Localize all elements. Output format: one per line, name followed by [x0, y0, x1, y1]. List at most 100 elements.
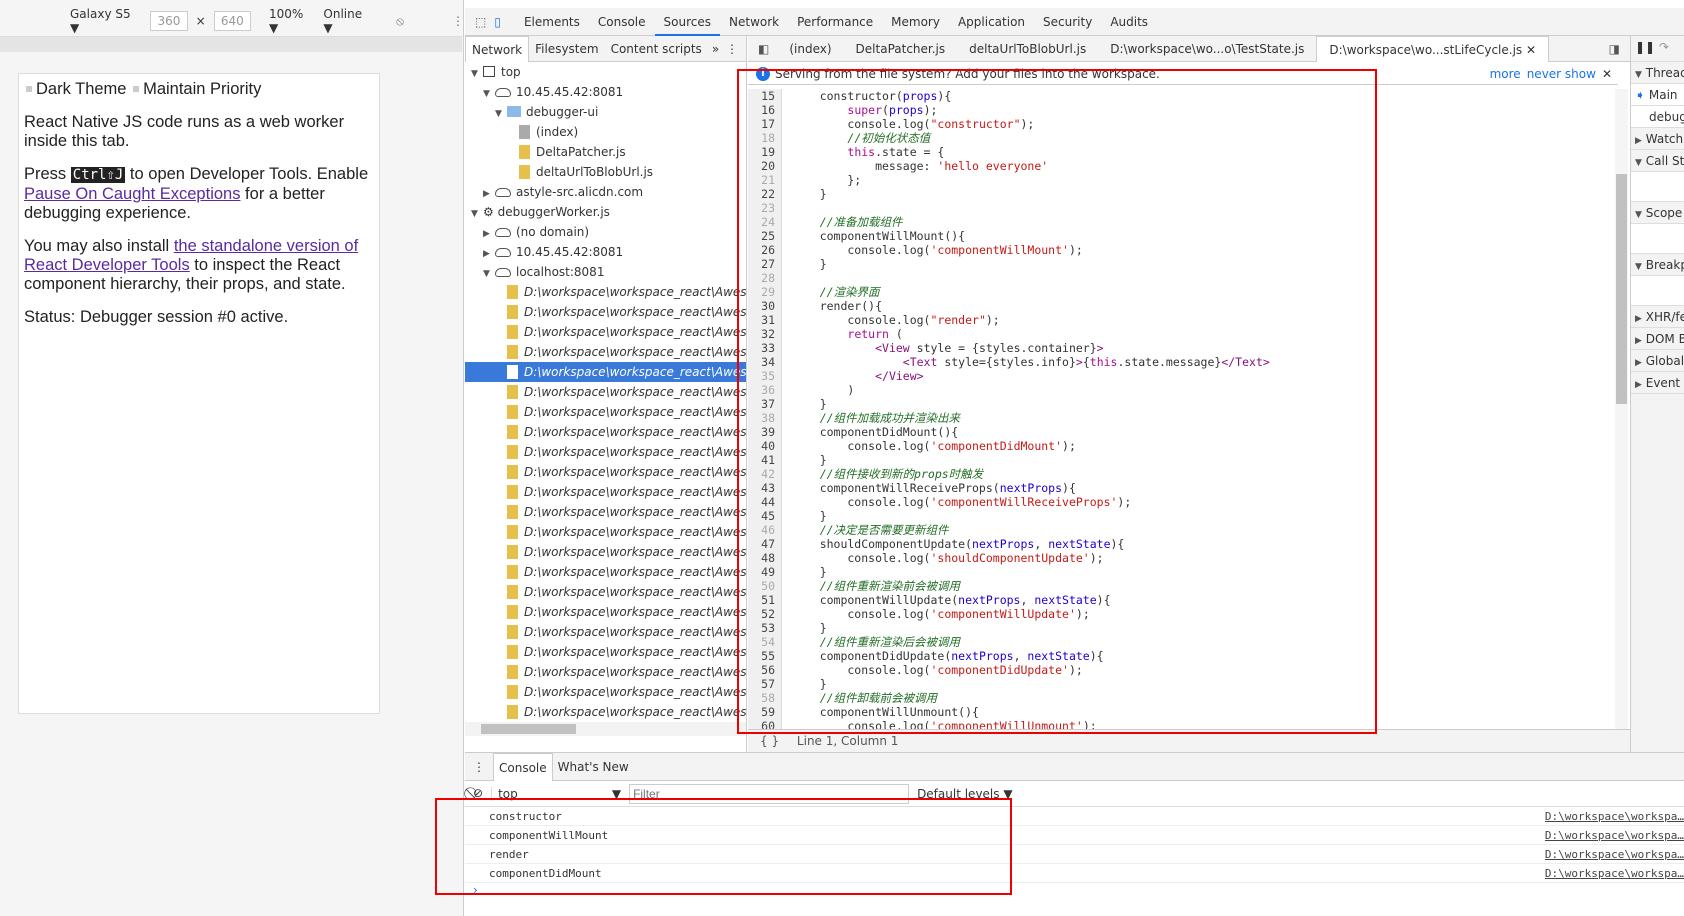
editor-tab[interactable]: D:\workspace\wo...o\TestState.js	[1098, 36, 1316, 62]
file-item[interactable]: D:\workspace\workspace_react\AwesomeProj…	[465, 582, 746, 602]
line-number[interactable]: 32	[748, 327, 782, 341]
expand-arrow-icon[interactable]: ▼	[471, 64, 483, 82]
expand-arrow-icon[interactable]: ▼	[495, 104, 507, 122]
tab-audits[interactable]: Audits	[1101, 8, 1157, 36]
line-number[interactable]: 34	[748, 355, 782, 369]
line-number[interactable]: 25	[748, 229, 782, 243]
tab-elements[interactable]: Elements	[515, 8, 589, 36]
tree-item[interactable]: deltaUrlToBlobUrl.js	[465, 162, 746, 182]
line-number[interactable]: 45	[748, 509, 782, 523]
line-number[interactable]: 42	[748, 467, 782, 481]
tree-item[interactable]: ▼ 10.45.45.42:8081	[465, 82, 746, 102]
line-number[interactable]: 20	[748, 159, 782, 173]
line-number[interactable]: 29	[748, 285, 782, 299]
tab-network[interactable]: Network	[720, 8, 788, 36]
tree-item[interactable]: ▶ 10.45.45.42:8081	[465, 242, 746, 262]
line-number[interactable]: 28	[748, 271, 782, 285]
editor-tab[interactable]: (index)	[777, 36, 843, 62]
file-item[interactable]: D:\workspace\workspace_react\AwesomeProj…	[465, 302, 746, 322]
pause-icon[interactable]: ❚❚	[1635, 40, 1655, 54]
tree-item[interactable]: (index)	[465, 122, 746, 142]
file-item[interactable]: D:\workspace\workspace_react\AwesomeProj…	[465, 662, 746, 682]
tree-item[interactable]: ▼ top	[465, 62, 746, 82]
line-number[interactable]: 39	[748, 425, 782, 439]
code-editor[interactable]: 15 constructor(props){16 super(props); 17…	[748, 89, 1618, 729]
tree-item[interactable]: ▶ astyle-src.alicdn.com	[465, 182, 746, 202]
line-number[interactable]: 31	[748, 313, 782, 327]
inspect-element-icon[interactable]: ⬚	[475, 15, 486, 29]
section-global-listeners[interactable]: ▶ Global Listeners	[1631, 350, 1684, 372]
file-item[interactable]: D:\workspace\workspace_react\AwesomeProj…	[465, 602, 746, 622]
navigator-tab-content-scripts[interactable]: Content scripts	[605, 36, 708, 62]
line-number[interactable]: 40	[748, 439, 782, 453]
line-number[interactable]: 54	[748, 635, 782, 649]
line-number[interactable]: 26	[748, 243, 782, 257]
device-select[interactable]: Galaxy S5 ▼	[70, 7, 142, 35]
drawer-tab-console[interactable]: Console	[493, 752, 553, 781]
file-item[interactable]: D:\workspace\workspace_react\AwesomeProj…	[465, 642, 746, 662]
context-select[interactable]: top ▼	[491, 786, 621, 801]
drawer-menu-icon[interactable]: ⋮	[465, 760, 493, 774]
line-number[interactable]: 38	[748, 411, 782, 425]
line-number[interactable]: 59	[748, 705, 782, 719]
line-number[interactable]: 15	[748, 89, 782, 103]
tree-item[interactable]: ▼ ⚙ debuggerWorker.js	[465, 202, 746, 222]
file-item[interactable]: D:\workspace\workspace_react\AwesomeProj…	[465, 442, 746, 462]
file-item[interactable]: D:\workspace\workspace_react\AwesomeProj…	[465, 562, 746, 582]
line-number[interactable]: 24	[748, 215, 782, 229]
tab-sources[interactable]: Sources	[654, 8, 720, 36]
tab-application[interactable]: Application	[949, 8, 1034, 36]
section-breakpoints[interactable]: ▼ Breakpoints	[1631, 254, 1684, 276]
close-icon[interactable]: ✕	[1602, 67, 1612, 81]
drawer-tab-what-s-new[interactable]: What's New	[553, 753, 634, 781]
line-number[interactable]: 23	[748, 201, 782, 215]
navigator-menu-icon[interactable]: ⋮	[726, 42, 738, 56]
toggle-debugger-icon[interactable]: ◨	[1609, 42, 1620, 56]
line-number[interactable]: 58	[748, 691, 782, 705]
line-number[interactable]: 47	[748, 537, 782, 551]
console-prompt[interactable]: ›	[465, 883, 1684, 901]
expand-arrow-icon[interactable]: ▼	[483, 84, 495, 102]
line-number[interactable]: 21	[748, 173, 782, 187]
line-number[interactable]: 22	[748, 187, 782, 201]
editor-vscrollbar[interactable]	[1615, 89, 1628, 729]
expand-arrow-icon[interactable]: ▶	[483, 184, 495, 202]
expand-arrow-icon[interactable]: ▶	[483, 224, 495, 242]
tab-performance[interactable]: Performance	[788, 8, 882, 36]
toggle-navigator-icon[interactable]: ◧	[758, 42, 769, 56]
height-input[interactable]: 640	[213, 11, 251, 31]
section-watch[interactable]: ▶ Watch	[1631, 128, 1684, 150]
file-item[interactable]: D:\workspace\workspace_react\AwesomeProj…	[465, 622, 746, 642]
file-item[interactable]: D:\workspace\workspace_react\AwesomeProj…	[465, 482, 746, 502]
filter-input[interactable]	[629, 783, 910, 804]
line-number[interactable]: 16	[748, 103, 782, 117]
device-toggle-icon[interactable]: ▯	[494, 15, 501, 29]
thread-worker[interactable]: debuggerWorker	[1631, 106, 1684, 128]
tree-item[interactable]: ▶ (no domain)	[465, 222, 746, 242]
section-xhr-fetch-breakpoints[interactable]: ▶ XHR/fetch Breakpoints	[1631, 306, 1684, 328]
expand-arrow-icon[interactable]: ▶	[483, 244, 495, 262]
line-number[interactable]: 43	[748, 481, 782, 495]
clear-console-icon[interactable]: ⃠⊘	[473, 786, 483, 801]
tree-item[interactable]: ▼ localhost:8081	[465, 262, 746, 282]
log-levels-select[interactable]: Default levels ▼	[917, 787, 1013, 801]
step-over-icon[interactable]: ↷	[1659, 40, 1669, 54]
file-item[interactable]: D:\workspace\workspace_react\AwesomeProj…	[465, 502, 746, 522]
file-item[interactable]: D:\workspace\workspace_react\AwesomeProj…	[465, 422, 746, 442]
section-call-stack[interactable]: ▼ Call Stack	[1631, 150, 1684, 172]
tab-console[interactable]: Console	[589, 8, 655, 36]
more-link[interactable]: more	[1490, 67, 1521, 81]
media-query-ruler[interactable]	[0, 36, 462, 52]
tab-security[interactable]: Security	[1034, 8, 1101, 36]
line-number[interactable]: 50	[748, 579, 782, 593]
line-number[interactable]: 27	[748, 257, 782, 271]
line-number[interactable]: 30	[748, 299, 782, 313]
editor-tab[interactable]: DeltaPatcher.js	[844, 36, 958, 62]
width-input[interactable]: 360	[150, 11, 188, 31]
tab-memory[interactable]: Memory	[882, 8, 949, 36]
message-source-link[interactable]: D:\workspace\workspa…	[1545, 864, 1684, 883]
line-number[interactable]: 37	[748, 397, 782, 411]
expand-arrow-icon[interactable]: ▼	[471, 204, 483, 222]
rotate-icon[interactable]: ⦸	[396, 14, 404, 29]
line-number[interactable]: 48	[748, 551, 782, 565]
